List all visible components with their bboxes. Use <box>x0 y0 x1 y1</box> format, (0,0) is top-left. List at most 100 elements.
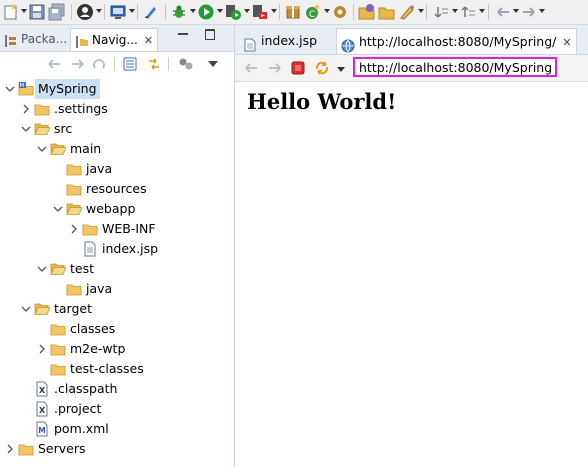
new-class-icon[interactable]: C <box>304 3 322 21</box>
tree-item[interactable]: src <box>0 119 234 139</box>
chevron-down-icon[interactable] <box>36 259 48 279</box>
chevron-down-icon[interactable] <box>20 119 32 139</box>
run-server-icon[interactable] <box>224 3 242 21</box>
console-icon[interactable] <box>109 3 127 21</box>
run-icon[interactable] <box>197 3 215 21</box>
chevron-right-icon[interactable] <box>4 439 16 459</box>
tree-item[interactable]: index.jsp <box>0 239 234 259</box>
forward-dropdown-icon[interactable] <box>539 9 545 13</box>
tree-item[interactable]: target <box>0 299 234 319</box>
tree-item-label: resources <box>86 181 147 196</box>
run-dropdown-icon[interactable] <box>217 9 223 13</box>
view-tab-bar: Packa... Navig... ✕ <box>0 25 234 52</box>
folder-icon <box>82 221 98 237</box>
folder-icon <box>50 361 66 377</box>
back-dropdown-icon[interactable] <box>513 9 519 13</box>
package-icon[interactable] <box>284 3 302 21</box>
tree-item[interactable]: webapp <box>0 199 234 219</box>
open-folder-icon[interactable] <box>378 3 396 21</box>
tree-item[interactable]: M MySpring <box>0 79 234 99</box>
chevron-right-icon[interactable] <box>68 219 80 239</box>
refresh-icon[interactable] <box>314 60 330 76</box>
browser-toolbar <box>235 55 588 82</box>
jsp-file-icon <box>82 241 98 257</box>
tree-item[interactable]: main <box>0 139 234 159</box>
chevron-right-icon[interactable] <box>20 99 32 119</box>
tree-item[interactable]: WEB-INF <box>0 219 234 239</box>
new-dropdown-icon[interactable] <box>21 9 27 13</box>
tree-item[interactable]: X .classpath <box>0 379 234 399</box>
console-dropdown-icon[interactable] <box>129 9 135 13</box>
link-with-editor-icon[interactable] <box>146 56 162 72</box>
close-icon[interactable]: ✕ <box>144 34 153 47</box>
tree-item[interactable]: test <box>0 259 234 279</box>
brush-icon[interactable] <box>398 3 416 21</box>
tree-item[interactable]: X .project <box>0 399 234 419</box>
run-server-dropdown-icon[interactable] <box>244 9 250 13</box>
toolbar-separator <box>168 57 169 71</box>
tree-item[interactable]: resources <box>0 179 234 199</box>
tree-item[interactable]: m2e-wtp <box>0 339 234 359</box>
tree-item[interactable]: .settings <box>0 99 234 119</box>
up-icon[interactable] <box>92 56 108 72</box>
tree-item[interactable]: classes <box>0 319 234 339</box>
next-annotation-dropdown-icon[interactable] <box>452 9 458 13</box>
chevron-down-icon[interactable] <box>52 199 64 219</box>
tree-item[interactable]: Mpom.xml <box>0 419 234 439</box>
tree-item-label: main <box>70 141 102 156</box>
browser-back-icon[interactable] <box>243 60 259 76</box>
chevron-down-icon[interactable] <box>20 299 32 319</box>
close-icon[interactable]: ✕ <box>562 36 571 49</box>
collapse-all-icon[interactable] <box>122 56 138 72</box>
view-menu-icon[interactable] <box>208 61 218 67</box>
filters-icon[interactable] <box>178 56 194 72</box>
forward-icon[interactable] <box>520 3 538 21</box>
chevron-right-icon[interactable] <box>36 339 48 359</box>
browser-forward-icon[interactable] <box>267 60 283 76</box>
new-class-dropdown-icon[interactable] <box>324 9 330 13</box>
tab-navigator[interactable]: Navig... ✕ <box>70 28 159 51</box>
pen-icon[interactable] <box>142 3 160 21</box>
tab-web-browser[interactable]: http://localhost:8080/MySpring/ ✕ <box>336 28 577 54</box>
refresh-dropdown-icon[interactable] <box>337 67 345 72</box>
tree-item[interactable]: test-classes <box>0 359 234 379</box>
minimize-icon[interactable] <box>178 33 188 35</box>
prev-annotation-dropdown-icon[interactable] <box>479 9 485 13</box>
back-icon[interactable] <box>494 3 512 21</box>
tab-package-explorer[interactable]: Packa... <box>4 28 67 50</box>
stop-icon[interactable] <box>290 60 306 76</box>
gear-icon[interactable] <box>331 3 349 21</box>
tree-item[interactable]: Servers <box>0 439 234 459</box>
tree-item[interactable]: java <box>0 279 234 299</box>
user-icon[interactable] <box>76 3 94 21</box>
external-tools-icon[interactable] <box>251 3 269 21</box>
save-all-icon[interactable] <box>48 3 66 21</box>
tab-index-jsp[interactable]: index.jsp <box>243 28 317 53</box>
back-icon[interactable] <box>46 56 62 72</box>
folder-icon <box>66 181 82 197</box>
open-type-icon[interactable] <box>358 3 376 21</box>
save-icon[interactable] <box>28 3 46 21</box>
folder-icon <box>66 281 82 297</box>
tree-item-label: pom.xml <box>54 421 109 436</box>
external-tools-dropdown-icon[interactable] <box>271 9 277 13</box>
globe-icon <box>341 36 355 52</box>
tree-item[interactable]: java <box>0 159 234 179</box>
maximize-icon[interactable] <box>205 29 215 40</box>
chevron-down-icon[interactable] <box>4 79 16 99</box>
chevron-down-icon[interactable] <box>36 139 48 159</box>
forward-icon[interactable] <box>70 56 86 72</box>
tree-item-label: target <box>54 301 93 316</box>
debug-dropdown-icon[interactable] <box>190 9 196 13</box>
project-icon: M <box>18 81 34 97</box>
debug-icon[interactable] <box>170 3 188 21</box>
folder-icon <box>50 321 66 337</box>
new-icon[interactable] <box>2 3 20 21</box>
user-dropdown-icon[interactable] <box>96 9 102 13</box>
prev-annotation-icon[interactable] <box>459 3 477 21</box>
brush-dropdown-icon[interactable] <box>418 9 424 13</box>
url-input[interactable] <box>353 57 557 77</box>
next-annotation-icon[interactable] <box>432 3 450 21</box>
navigator-toolbar <box>0 52 234 76</box>
tab-package-explorer-label: Packa... <box>21 32 68 46</box>
